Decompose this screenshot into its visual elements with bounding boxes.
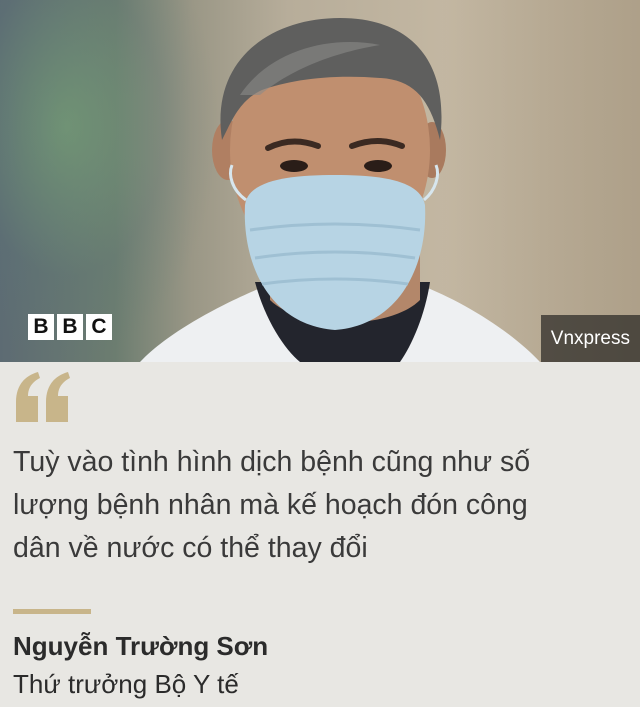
logo-letter: B — [57, 314, 83, 340]
bbc-logo: B B C — [28, 314, 112, 340]
portrait-photo: B B C Vnxpress — [0, 0, 640, 362]
author-role: Thứ trưởng Bộ Y tế — [13, 669, 239, 699]
quote-icon — [16, 372, 70, 422]
quote-line: dân về nước có thể thay đổi — [13, 532, 368, 564]
author-name: Nguyễn Trường Sơn — [13, 631, 269, 661]
logo-letter: B — [28, 314, 54, 340]
quote-line: lượng bệnh nhân mà kế hoạch đón công — [13, 489, 528, 521]
quote-line: Tuỳ vào tình hình dịch bệnh cũng như số — [13, 446, 531, 478]
person-illustration — [140, 18, 540, 362]
quote-card: B B C Vnxpress Tuỳ vào tình hình dịch bệ… — [0, 0, 640, 707]
photo-credit: Vnxpress — [540, 315, 640, 362]
divider — [13, 609, 91, 614]
quote-text: Tuỳ vào tình hình dịch bệnh cũng như số … — [13, 441, 623, 570]
logo-letter: C — [86, 314, 112, 340]
